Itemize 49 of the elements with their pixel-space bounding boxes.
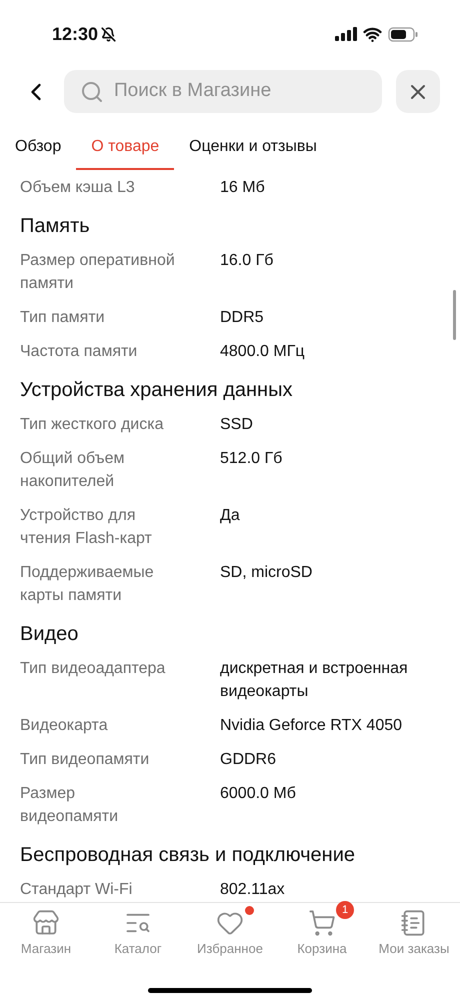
section-heading: Память [20,214,91,239]
search-field[interactable]: Поиск в Магазине [114,77,382,106]
spec-value: 4800.0 МГц [220,342,306,362]
spec-value: SSD [220,414,254,434]
spec-value: 512.0 Гб [220,448,284,468]
spec-value: SD, microSD [220,562,314,582]
battery-icon [388,26,418,42]
spec-label: Размер оперативной памяти [20,250,176,294]
signal-icon [335,27,357,41]
store-icon [32,909,60,937]
spec-value: дискретная и встроенная видеокарты [220,658,409,702]
spec-value: DDR5 [220,308,265,328]
spec-value: 16.0 Гб [220,250,274,270]
spec-label: Тип памяти [20,308,106,328]
tab[interactable]: Обзор [0,126,76,170]
search-icon [80,80,104,104]
spec-label: Размер видеопамяти [20,784,120,826]
spec-label: Тип видеопамяти [20,750,150,770]
cart-icon [308,909,336,937]
spec-label: Стандарт Wi-Fi [20,880,134,900]
spec-value: 802.11ax [220,880,286,900]
spec-value: Nvidia Geforce RTX 4050 [220,716,404,736]
spec-value: 6000.0 Мб [220,784,297,804]
nav-tab[interactable]: Мои заказы [368,903,460,967]
tab[interactable]: Оценки и отзывы [174,126,332,170]
nav-tab[interactable]: Каталог [92,903,184,967]
status-time: 12:30 [52,22,98,46]
count-badge: 1 [336,901,354,919]
spec-label: Поддерживаемые карты памяти [20,562,155,606]
spec-value: Да [220,506,241,526]
section-heading: Устройства хранения данных [20,378,294,403]
search-bar[interactable]: Поиск в Магазине [64,70,382,113]
nav-tab[interactable]: Избранное [184,903,276,967]
spec-label: Общий объем накопителей [20,448,126,492]
spec-label: Тип видеоадаптера [20,658,166,678]
tab[interactable]: О товаре [76,126,174,170]
spec-label: Устройство для чтения Flash-карт [20,506,153,548]
nav-tab[interactable]: 1 Корзина [276,903,368,967]
spec-value: 16 Мб [220,178,266,198]
spec-label: Частота памяти [20,342,138,362]
spec-value: GDDR6 [220,750,278,770]
spec-label: Тип жесткого диска [20,414,164,434]
scrollbar [453,290,456,340]
spec-label: Видеокарта [20,716,109,736]
section-heading: Беспроводная связь и подключение [20,843,356,868]
close-button[interactable] [396,70,440,113]
spec-label: Объем кэша L3 [20,178,136,198]
section-heading: Видео [20,622,80,647]
nav-tab[interactable]: Магазин [0,903,92,967]
